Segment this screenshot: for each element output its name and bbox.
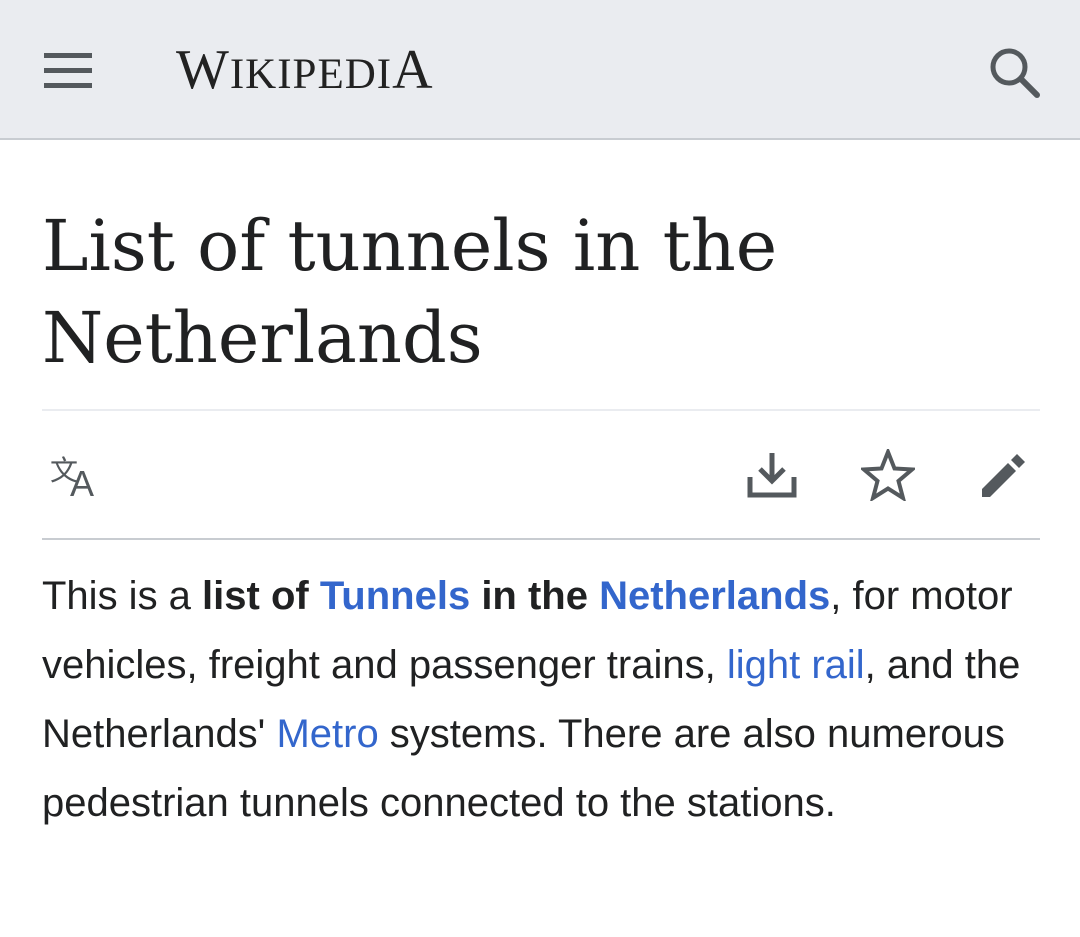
language-button[interactable]: 文 A: [40, 440, 116, 510]
star-icon: [861, 449, 915, 501]
metro-link[interactable]: Metro: [276, 712, 378, 756]
wikipedia-logo[interactable]: WIKIPEDIA: [176, 38, 434, 107]
intro-bold-text: list of: [202, 574, 320, 618]
intro-bold-text: in the: [470, 574, 600, 618]
download-icon: [747, 453, 797, 498]
download-button[interactable]: [734, 440, 810, 510]
logo-middle-letters: IKIPEDI: [229, 51, 393, 98]
title-divider: [42, 409, 1040, 411]
watch-button[interactable]: [850, 440, 926, 510]
light-rail-link[interactable]: light rail: [727, 643, 865, 687]
top-bar: WIKIPEDIA: [0, 0, 1080, 140]
search-button[interactable]: [976, 36, 1052, 108]
logo-last-letter: A: [392, 39, 434, 101]
search-icon: [990, 48, 1040, 98]
menu-button[interactable]: [30, 36, 106, 104]
logo-first-letter: W: [176, 39, 230, 101]
pencil-icon: [982, 454, 1025, 497]
edit-button[interactable]: [966, 440, 1042, 510]
page-title: List of tunnels in the Netherlands: [42, 205, 778, 379]
intro-paragraph: This is a list of Tunnels in the Netherl…: [42, 562, 1042, 838]
svg-text:A: A: [70, 463, 94, 500]
language-icon: 文 A: [50, 454, 94, 500]
actions-divider: [42, 538, 1040, 540]
tunnels-link[interactable]: Tunnels: [320, 574, 470, 618]
hamburger-menu-icon: [44, 53, 92, 88]
netherlands-link[interactable]: Netherlands: [599, 574, 830, 618]
intro-text: This is a: [42, 574, 203, 618]
